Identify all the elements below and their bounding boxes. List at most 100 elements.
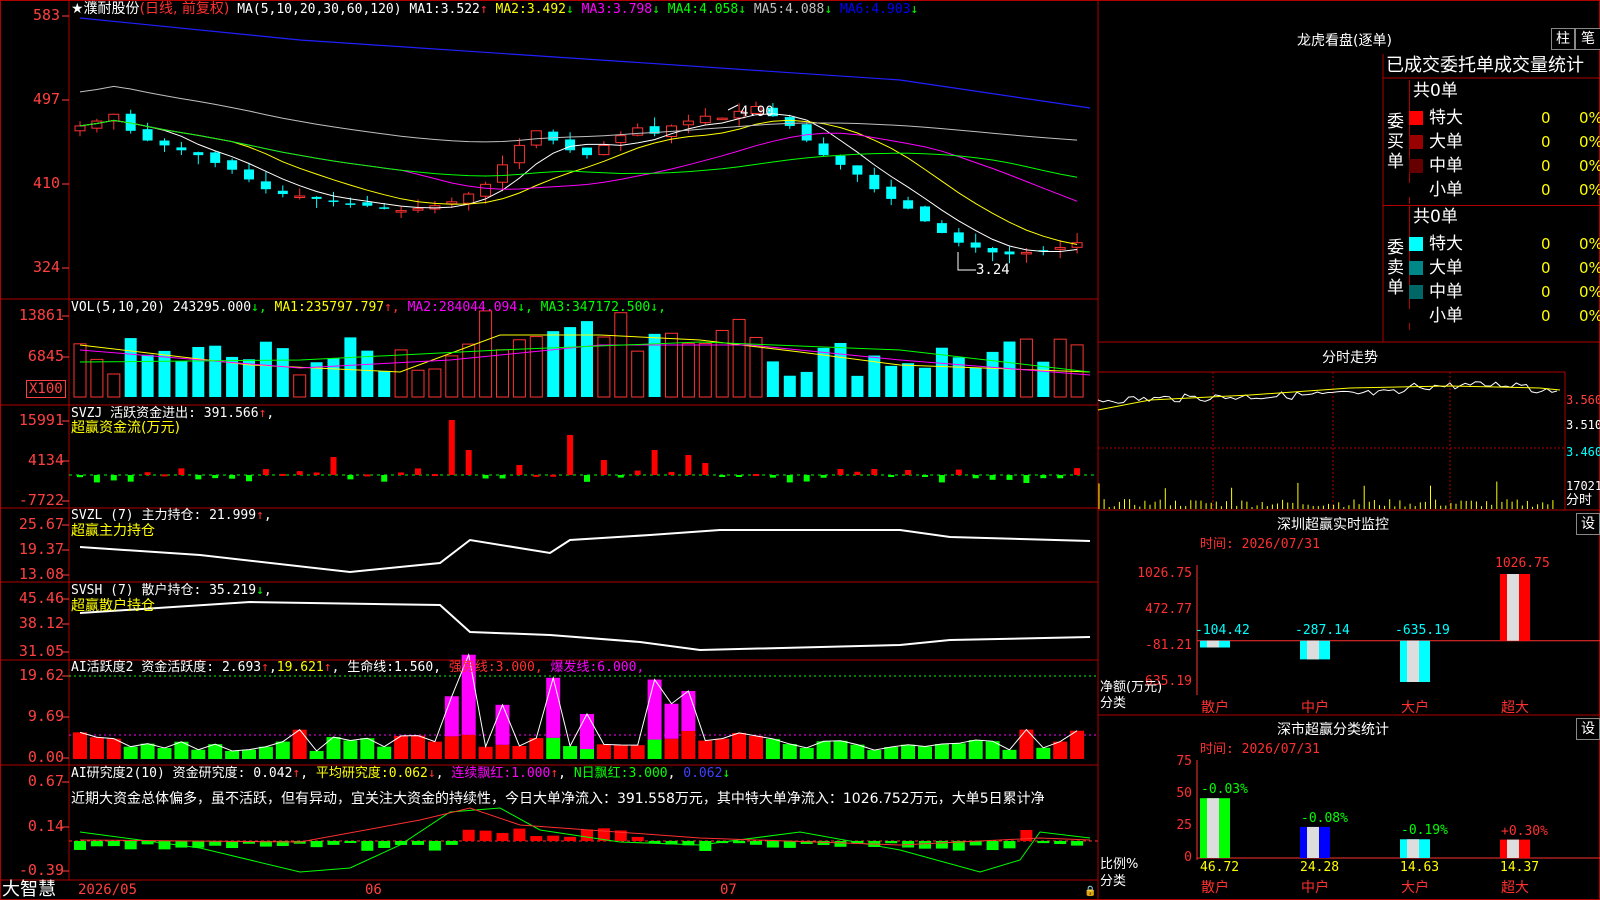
monitor-xlabel: 分类 [1100, 696, 1127, 711]
buy-order-row[interactable]: 特大 0 0% [1383, 106, 1600, 130]
buy-order-row[interactable]: 小单 0 0% [1383, 178, 1600, 202]
ai-active-bar [343, 740, 358, 759]
volume-bar [361, 350, 374, 397]
research-bar [935, 841, 948, 849]
candle-body-down [852, 165, 863, 175]
candle-body-down [311, 196, 322, 199]
stats-value-label: 14.63 [1400, 860, 1440, 875]
ma3-label: MA3: [573, 2, 613, 17]
sell-order-swatch-icon [1409, 309, 1423, 323]
candle-body-down [835, 155, 846, 165]
monitor-category: 散户 [1201, 700, 1229, 716]
candle-body-down [801, 124, 812, 141]
tick-mode-button[interactable]: 笔 [1575, 28, 1600, 50]
ai-active-bar [934, 744, 949, 759]
volume-bar [529, 336, 543, 398]
svzj-bar [161, 474, 168, 477]
svsh-header: SVSH (7) 散户持仓: 35.219↓, [71, 583, 272, 598]
buy-order-row[interactable]: 大单 0 0% [1383, 130, 1600, 154]
stats-change-label: -0.03% [1201, 782, 1248, 798]
candle-body-down [784, 117, 795, 126]
lock-icon[interactable]: 🔒 [1084, 884, 1096, 900]
ma6-label: MA6: [832, 2, 872, 17]
ai-active-bar [681, 730, 696, 759]
buy-order-swatch-icon [1409, 111, 1423, 125]
ai-active-bar [140, 743, 155, 759]
sell-order-row[interactable]: 小单 0 0% [1383, 304, 1600, 328]
svzj-bar [854, 471, 861, 475]
volume-bar [581, 321, 593, 397]
buy-order-row[interactable]: 中单 0 0% [1383, 154, 1600, 178]
ai-active-bar [275, 741, 290, 759]
volume-bar [327, 358, 340, 397]
monitor-time: 时间: 2026/07/31 [1200, 537, 1320, 552]
n-label: N日飘红: [573, 766, 629, 781]
ai-active-bar [1019, 729, 1034, 759]
buy-order-label: 中单 [1429, 156, 1463, 176]
research-bar [344, 841, 357, 844]
research-bar [90, 841, 103, 847]
buy-order-swatch-icon [1409, 183, 1423, 197]
bar-mode-button[interactable]: 柱 [1551, 28, 1575, 50]
volume-bar [378, 370, 391, 397]
ai-active-bar [850, 744, 865, 759]
monitor-axis-label: 472.77 [1145, 602, 1192, 617]
stats-value-label: 46.72 [1200, 860, 1240, 875]
stats-settings-button[interactable]: 设 [1576, 718, 1600, 740]
ai-active-bar [377, 746, 392, 759]
volume-bar [428, 368, 442, 398]
volume-bar [276, 348, 289, 397]
stats-category: 超大 [1501, 880, 1529, 896]
stock-name[interactable]: ★濮耐股份 [71, 1, 140, 17]
research-bar [479, 830, 492, 841]
svsh-axis-label: 31.05 [18, 642, 64, 660]
svzj-bar [803, 475, 810, 482]
sell-order-label: 小单 [1429, 306, 1463, 326]
buy-order-pct: 0% [1579, 157, 1600, 175]
period-label[interactable]: (日线, 前复权) [140, 1, 230, 17]
buy-orders-block: 委买单 共0单 特大00%大单00%中单00%小单00% [1383, 80, 1600, 204]
ai-active-bar [546, 737, 561, 759]
ai-active-bar [427, 741, 442, 759]
main-header: ★濮耐股份(日线, 前复权) MA(5,10,20,30,60,120) MA1… [71, 1, 918, 18]
volume-bar [681, 342, 695, 398]
svzj-bar [279, 473, 286, 476]
candle-body-up [294, 195, 306, 198]
svzj-bar [398, 472, 405, 475]
ai-active-burst-bar [681, 690, 696, 731]
ai-active-bar [123, 746, 138, 759]
stats-xlabel: 分类 [1100, 874, 1127, 889]
svsh-title: SVSH (7) 散户持仓: [71, 583, 202, 598]
monitor-settings-button[interactable]: 设 [1576, 513, 1600, 535]
stats-bar-highlight [1307, 826, 1319, 858]
sell-order-row[interactable]: 特大 0 0% [1383, 232, 1600, 256]
research-bar [1003, 841, 1016, 849]
svzj-bar [246, 475, 252, 482]
research-bar [530, 836, 543, 841]
ai-research-v1: 0.042 [253, 766, 293, 781]
svsh-sub: 超赢散户持仓 [71, 598, 155, 614]
vol-unit-badge: X100 [26, 380, 66, 398]
buy-total: 共0单 [1413, 81, 1458, 101]
svzj-bar [533, 474, 540, 477]
sell-order-count: 0 [1541, 235, 1551, 253]
research-bar [175, 841, 188, 848]
ai-active-bar [1002, 749, 1017, 759]
candle-body-down [345, 203, 356, 205]
monitor-category: 大户 [1401, 700, 1429, 716]
sell-order-row[interactable]: 中单 0 0% [1383, 280, 1600, 304]
sell-order-row[interactable]: 大单 0 0% [1383, 256, 1600, 280]
svzj-bar [381, 475, 388, 482]
ai-active-bar [630, 745, 645, 759]
brand-logo: 大智慧 [2, 879, 56, 900]
svzj-bar [229, 475, 236, 479]
svzj-bar [296, 471, 303, 475]
intraday-axis-3: 3.460 [1566, 445, 1600, 459]
volume-bar [919, 367, 931, 397]
ai-active-bar [698, 740, 713, 759]
ma2-arrow: ↓ [565, 2, 574, 17]
monitor-bar-highlight [1307, 640, 1319, 660]
kline-chart-area[interactable] [0, 0, 1600, 900]
research-bar [547, 835, 560, 841]
ai-active-bar [461, 734, 476, 759]
